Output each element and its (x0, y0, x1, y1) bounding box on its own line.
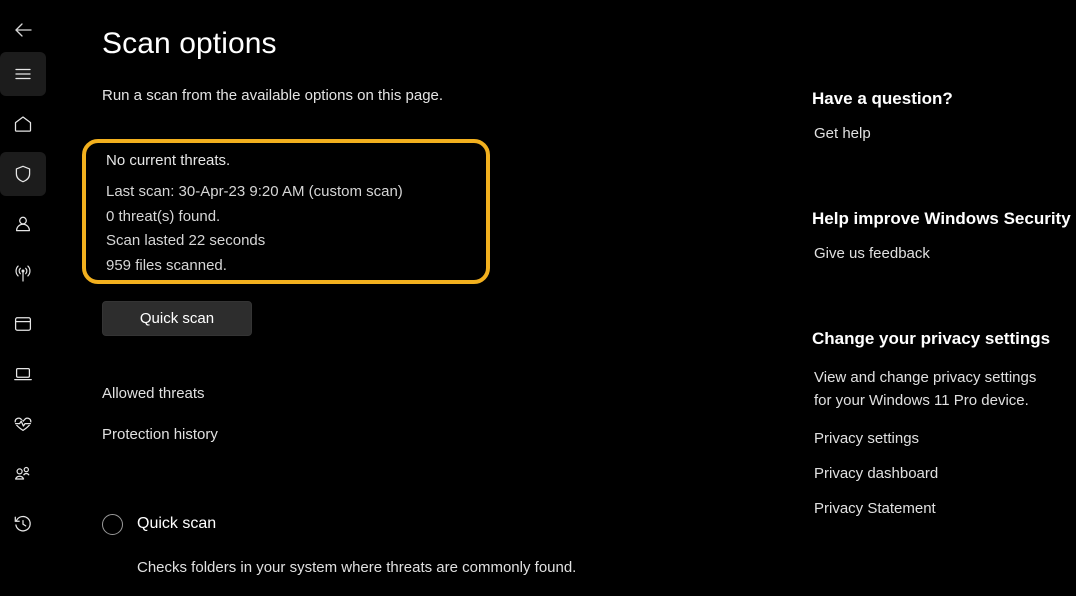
protection-history-link[interactable]: Protection history (102, 424, 218, 445)
home-icon (14, 116, 32, 132)
give-us-feedback-link[interactable]: Give us feedback (814, 243, 930, 264)
wifi-signal-icon (15, 265, 31, 282)
sidebar-item-device-security[interactable] (0, 350, 46, 398)
browser-window-icon (14, 317, 32, 331)
family-people-icon (15, 466, 30, 480)
sidebar-item-device-performance-health[interactable] (0, 400, 46, 448)
sidebar-item-protection-history[interactable] (0, 500, 46, 548)
scan-status-content: No current threats. Last scan: 30-Apr-23… (106, 150, 478, 278)
scan-option-description: Checks folders in your system where thre… (137, 559, 577, 576)
sidebar-item-firewall-network-protection[interactable] (0, 250, 46, 298)
sidebar-item-family-options[interactable] (0, 450, 46, 498)
hamburger-menu-icon (15, 68, 31, 80)
history-clock-icon (14, 515, 31, 532)
navigation-sidebar (0, 0, 48, 596)
privacy-body-line-2: for your Windows 11 Pro device. (814, 392, 1029, 409)
heart-pulse-icon (14, 417, 32, 432)
privacy-statement-link[interactable]: Privacy Statement (814, 498, 936, 519)
page-title: Scan options (102, 27, 277, 60)
sidebar-item-virus-threat-protection[interactable] (0, 150, 46, 198)
shield-icon (15, 165, 31, 183)
sidebar-item-app-browser-control[interactable] (0, 300, 46, 348)
sidebar-item-account-protection[interactable] (0, 200, 46, 248)
windows-security-window: Scan options Run a scan from the availab… (0, 0, 1076, 596)
scan-option-label: Quick scan (137, 515, 217, 532)
last-scan-line: Last scan: 30-Apr-23 9:20 AM (custom sca… (106, 183, 403, 200)
files-scanned-line: 959 files scanned. (106, 256, 227, 274)
sidebar-item-menu[interactable] (0, 50, 46, 98)
have-a-question-heading: Have a question? (812, 89, 953, 108)
radio-button-quick-scan[interactable] (102, 513, 123, 535)
get-help-link[interactable]: Get help (814, 123, 871, 144)
change-privacy-settings-heading: Change your privacy settings (812, 329, 1051, 348)
privacy-body-line-1: View and change privacy settings (814, 369, 1037, 386)
allowed-threats-link[interactable]: Allowed threats (102, 383, 205, 404)
quick-scan-button[interactable]: Quick scan (102, 301, 252, 336)
back-button[interactable] (0, 6, 46, 54)
back-arrow-icon (15, 23, 32, 37)
threats-found-line: 0 threat(s) found. (106, 207, 221, 225)
laptop-icon (14, 367, 32, 381)
privacy-settings-link[interactable]: Privacy settings (814, 428, 919, 449)
person-icon (15, 216, 31, 232)
scan-option-quick-scan[interactable]: Quick scan (102, 513, 216, 535)
scan-status-highlight-box: No current threats. Last scan: 30-Apr-23… (82, 139, 490, 284)
scan-duration-line: Scan lasted 22 seconds (106, 232, 266, 249)
privacy-dashboard-link[interactable]: Privacy dashboard (814, 463, 938, 484)
sidebar-item-home[interactable] (0, 100, 46, 148)
right-info-column: Have a question? Get help Help improve W… (764, 0, 1076, 596)
help-improve-heading: Help improve Windows Security (812, 209, 1071, 228)
page-subtitle: Run a scan from the available options on… (102, 87, 444, 104)
no-threats-headline: No current threats. (106, 152, 231, 169)
